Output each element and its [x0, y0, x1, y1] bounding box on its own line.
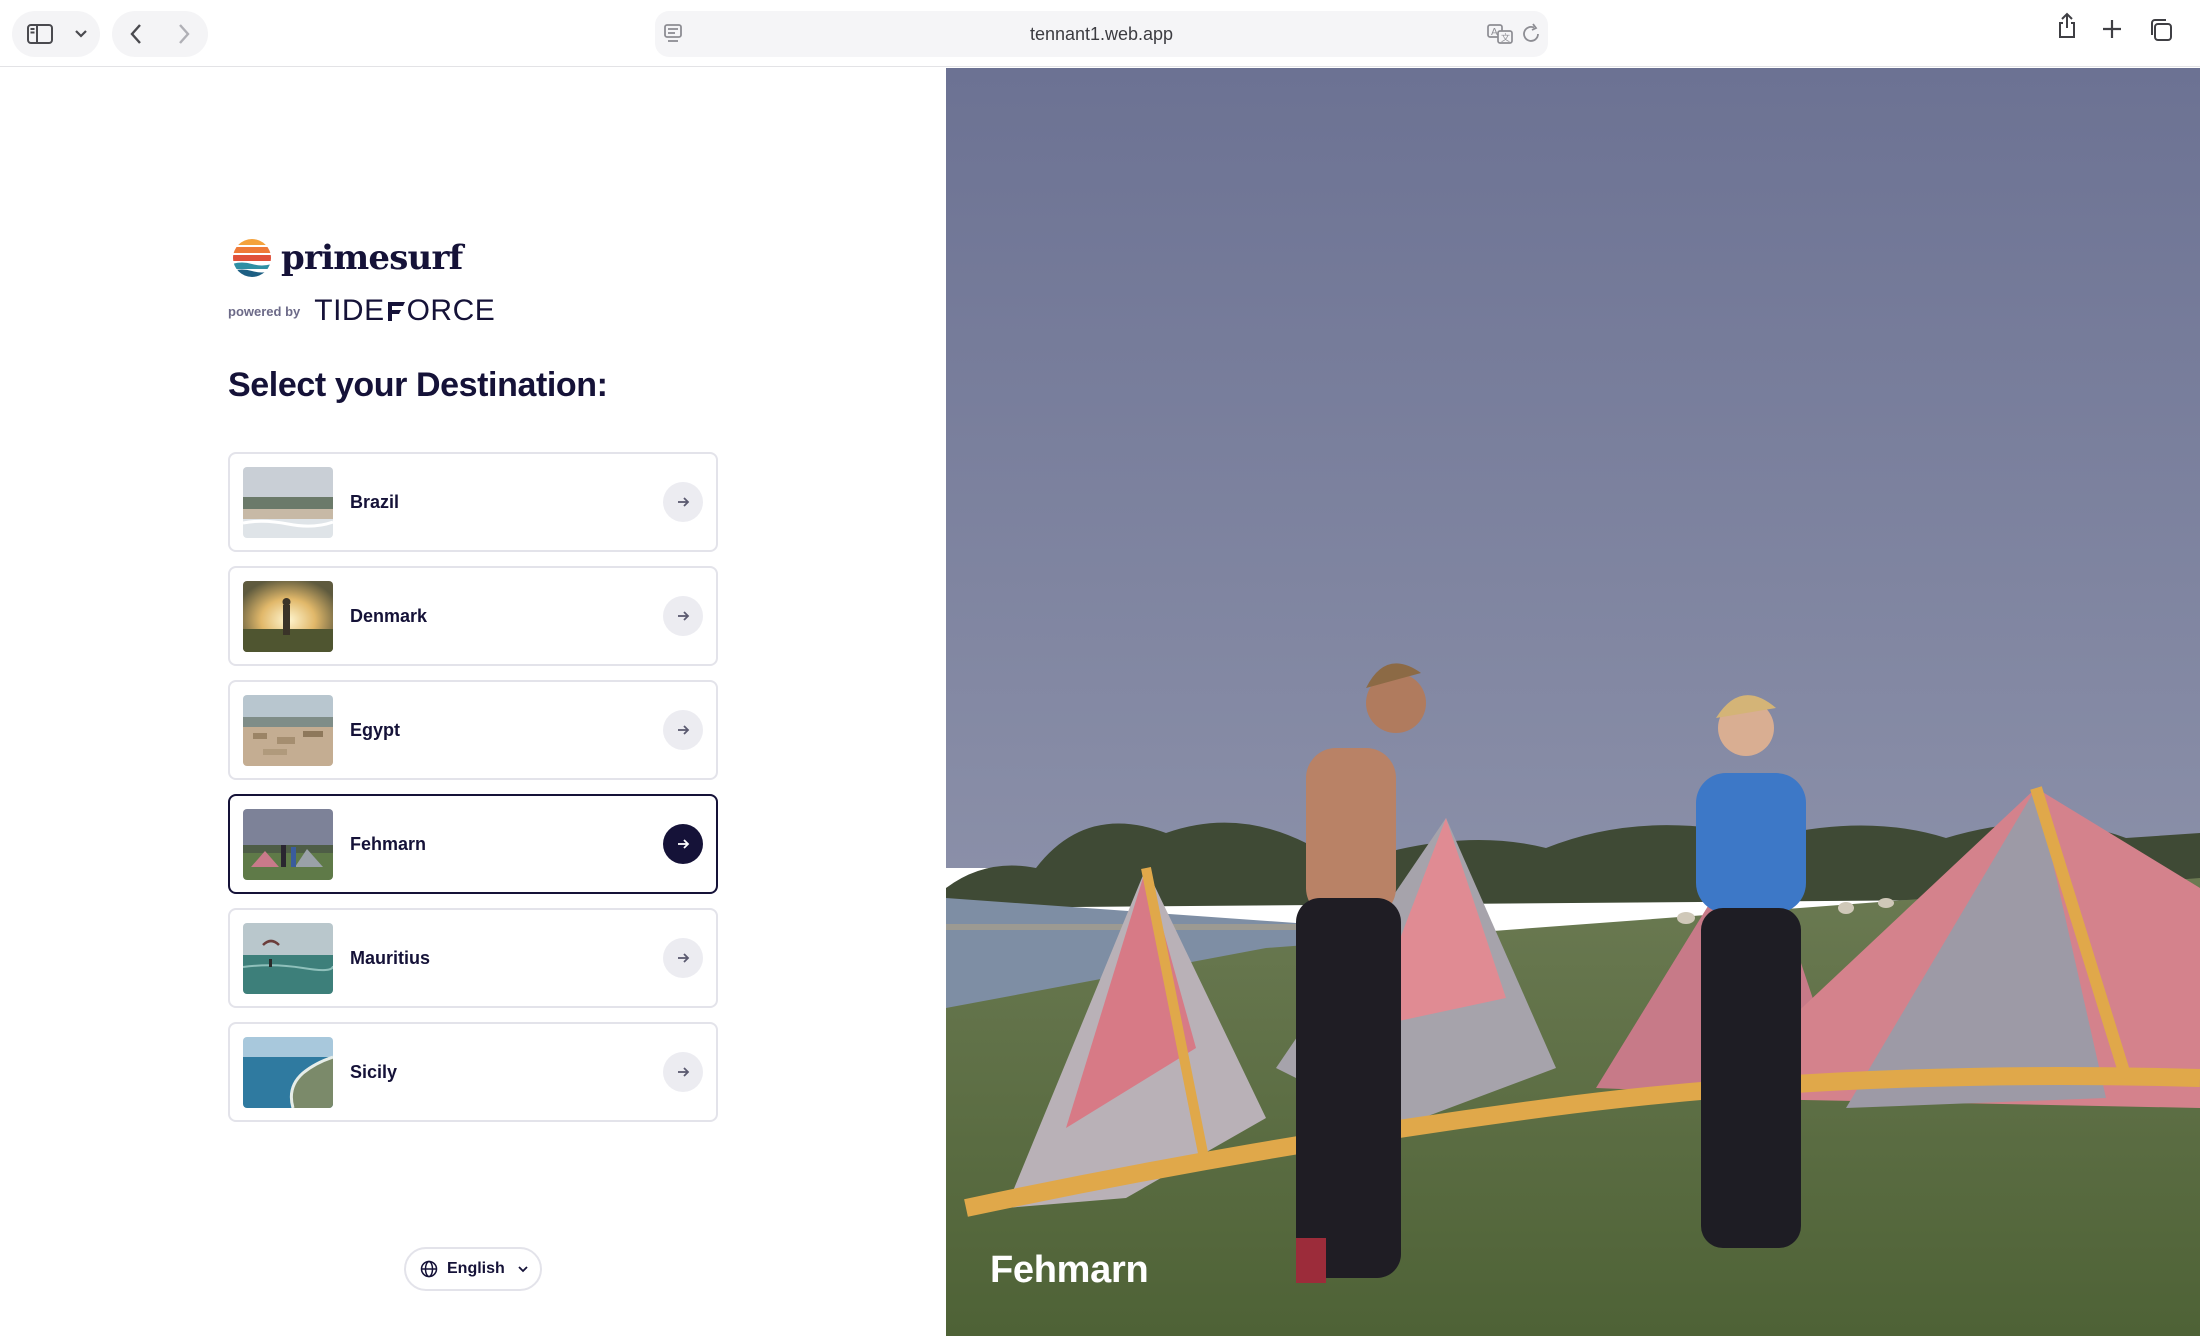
page-title: Select your Destination: — [228, 366, 608, 404]
destination-thumbnail — [243, 1037, 333, 1108]
arrow-right-icon — [678, 611, 690, 621]
partner-logo-right: ORCE — [406, 294, 496, 327]
back-button[interactable] — [112, 11, 160, 57]
globe-icon — [420, 1260, 438, 1278]
chevron-down-icon — [518, 1266, 528, 1273]
chevron-down-icon — [75, 30, 87, 38]
brand-logo[interactable]: primesurf — [232, 238, 463, 278]
destination-name: Fehmarn — [350, 834, 427, 854]
hero-image: Fehmarn — [946, 68, 2200, 1336]
destination-name: Sicily — [350, 1062, 398, 1082]
destination-thumbnail — [243, 467, 333, 538]
arrow-right-icon — [678, 1067, 690, 1077]
chevron-left-icon — [130, 24, 141, 44]
destination-arrow-button[interactable] — [663, 824, 703, 864]
destination-arrow-button[interactable] — [663, 596, 703, 636]
destination-card-brazil[interactable]: Brazil — [228, 452, 718, 552]
partner-logo-mark — [386, 299, 406, 323]
destination-thumbnail — [243, 581, 333, 652]
chevron-right-icon — [179, 24, 190, 44]
address-bar[interactable]: tennant1.web.app A 文 — [655, 11, 1548, 57]
destination-thumbnail — [243, 695, 333, 766]
forward-button[interactable] — [160, 11, 208, 57]
arrow-right-icon — [678, 497, 690, 507]
destination-card-fehmarn[interactable]: Fehmarn — [228, 794, 718, 894]
destination-name: Egypt — [350, 720, 401, 740]
destination-card-sicily[interactable]: Sicily — [228, 1022, 718, 1122]
url-text: tennant1.web.app — [1029, 24, 1174, 44]
tabs-icon[interactable] — [2148, 17, 2174, 43]
svg-text:文: 文 — [1501, 32, 1510, 44]
language-label: English — [447, 1260, 505, 1277]
destination-name: Brazil — [350, 492, 400, 512]
sidebar-icon — [27, 24, 53, 44]
destination-card-egypt[interactable]: Egypt — [228, 680, 718, 780]
svg-text:A: A — [1491, 27, 1498, 38]
destination-name: Mauritius — [350, 948, 431, 968]
destination-card-denmark[interactable]: Denmark — [228, 566, 718, 666]
destination-thumbnail — [243, 923, 333, 994]
plus-icon[interactable] — [2101, 18, 2123, 40]
arrow-right-icon — [678, 725, 690, 735]
hero-destination-title: Fehmarn — [990, 1249, 1149, 1291]
language-selector[interactable]: English — [404, 1247, 542, 1291]
hero-photo — [946, 68, 2200, 1336]
destination-panel: primesurf powered by TIDE ORCE Select yo… — [0, 68, 946, 1336]
destination-arrow-button[interactable] — [663, 710, 703, 750]
partner-logo-left: TIDE — [314, 294, 385, 327]
arrow-right-icon — [678, 953, 690, 963]
partner-logo: TIDE ORCE — [314, 294, 495, 328]
sidebar-control-group — [12, 11, 100, 57]
arrow-right-icon — [678, 839, 690, 849]
destination-name: Denmark — [350, 606, 428, 626]
browser-toolbar: tennant1.web.app A 文 — [0, 0, 2200, 67]
primesurf-logo-icon — [233, 239, 271, 277]
destination-card-mauritius[interactable]: Mauritius — [228, 908, 718, 1008]
destination-thumbnail — [243, 809, 333, 880]
brand-name: primesurf — [281, 238, 463, 278]
translate-icon[interactable]: A 文 — [1487, 22, 1513, 46]
share-icon[interactable] — [2056, 12, 2078, 40]
destination-arrow-button[interactable] — [663, 938, 703, 978]
powered-by: powered by TIDE ORCE — [228, 294, 495, 328]
destination-arrow-button[interactable] — [663, 1052, 703, 1092]
destination-arrow-button[interactable] — [663, 482, 703, 522]
powered-by-label: powered by — [228, 303, 301, 319]
sidebar-menu-button[interactable] — [68, 11, 94, 57]
sidebar-toggle-button[interactable] — [12, 11, 68, 57]
navigation-group — [112, 11, 208, 57]
reload-icon[interactable] — [1521, 22, 1543, 46]
